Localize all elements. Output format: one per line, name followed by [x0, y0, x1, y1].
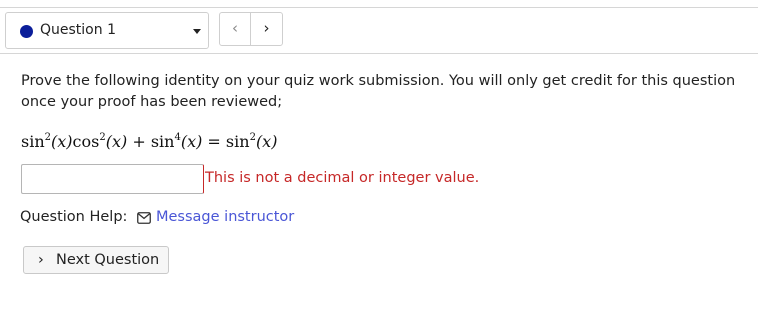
caret-down-icon — [193, 29, 201, 34]
eq-arg: (x) — [105, 132, 128, 151]
eq-plus: + — [127, 132, 151, 151]
eq-fn: cos — [72, 132, 100, 151]
chevron-left-icon: ‹ — [232, 19, 238, 37]
question-prompt: Prove the following identity on your qui… — [21, 73, 736, 110]
eq-arg: (x) — [255, 132, 278, 151]
next-question-arrow-button[interactable]: › — [250, 12, 283, 46]
next-question-label: Next Question — [56, 252, 160, 268]
question-select[interactable]: Question 1 — [5, 12, 209, 49]
mail-icon — [137, 212, 151, 224]
chevron-right-icon: › — [38, 252, 44, 268]
previous-question-button[interactable]: ‹ — [219, 12, 251, 46]
top-divider — [0, 7, 758, 8]
eq-arg: (x) — [51, 132, 73, 151]
next-question-button[interactable]: › Next Question — [23, 246, 169, 274]
validation-error: This is not a decimal or integer value. — [205, 170, 480, 186]
eq-fn: sin — [225, 132, 250, 151]
header-divider — [0, 53, 758, 54]
eq-equals: = — [202, 132, 226, 151]
question-select-label: Question 1 — [40, 22, 116, 38]
chevron-right-icon: › — [263, 19, 270, 37]
answer-input[interactable] — [21, 164, 204, 194]
eq-fn: sin — [21, 132, 45, 151]
question-help-label: Question Help: — [20, 209, 128, 225]
eq-arg: (x) — [180, 132, 203, 151]
question-status-dot — [20, 25, 33, 38]
identity-equation: sin2(x)cos2(x) + sin4(x) = sin2(x) — [21, 132, 277, 151]
eq-fn: sin — [150, 132, 175, 151]
message-instructor-link[interactable]: Message instructor — [156, 209, 294, 225]
